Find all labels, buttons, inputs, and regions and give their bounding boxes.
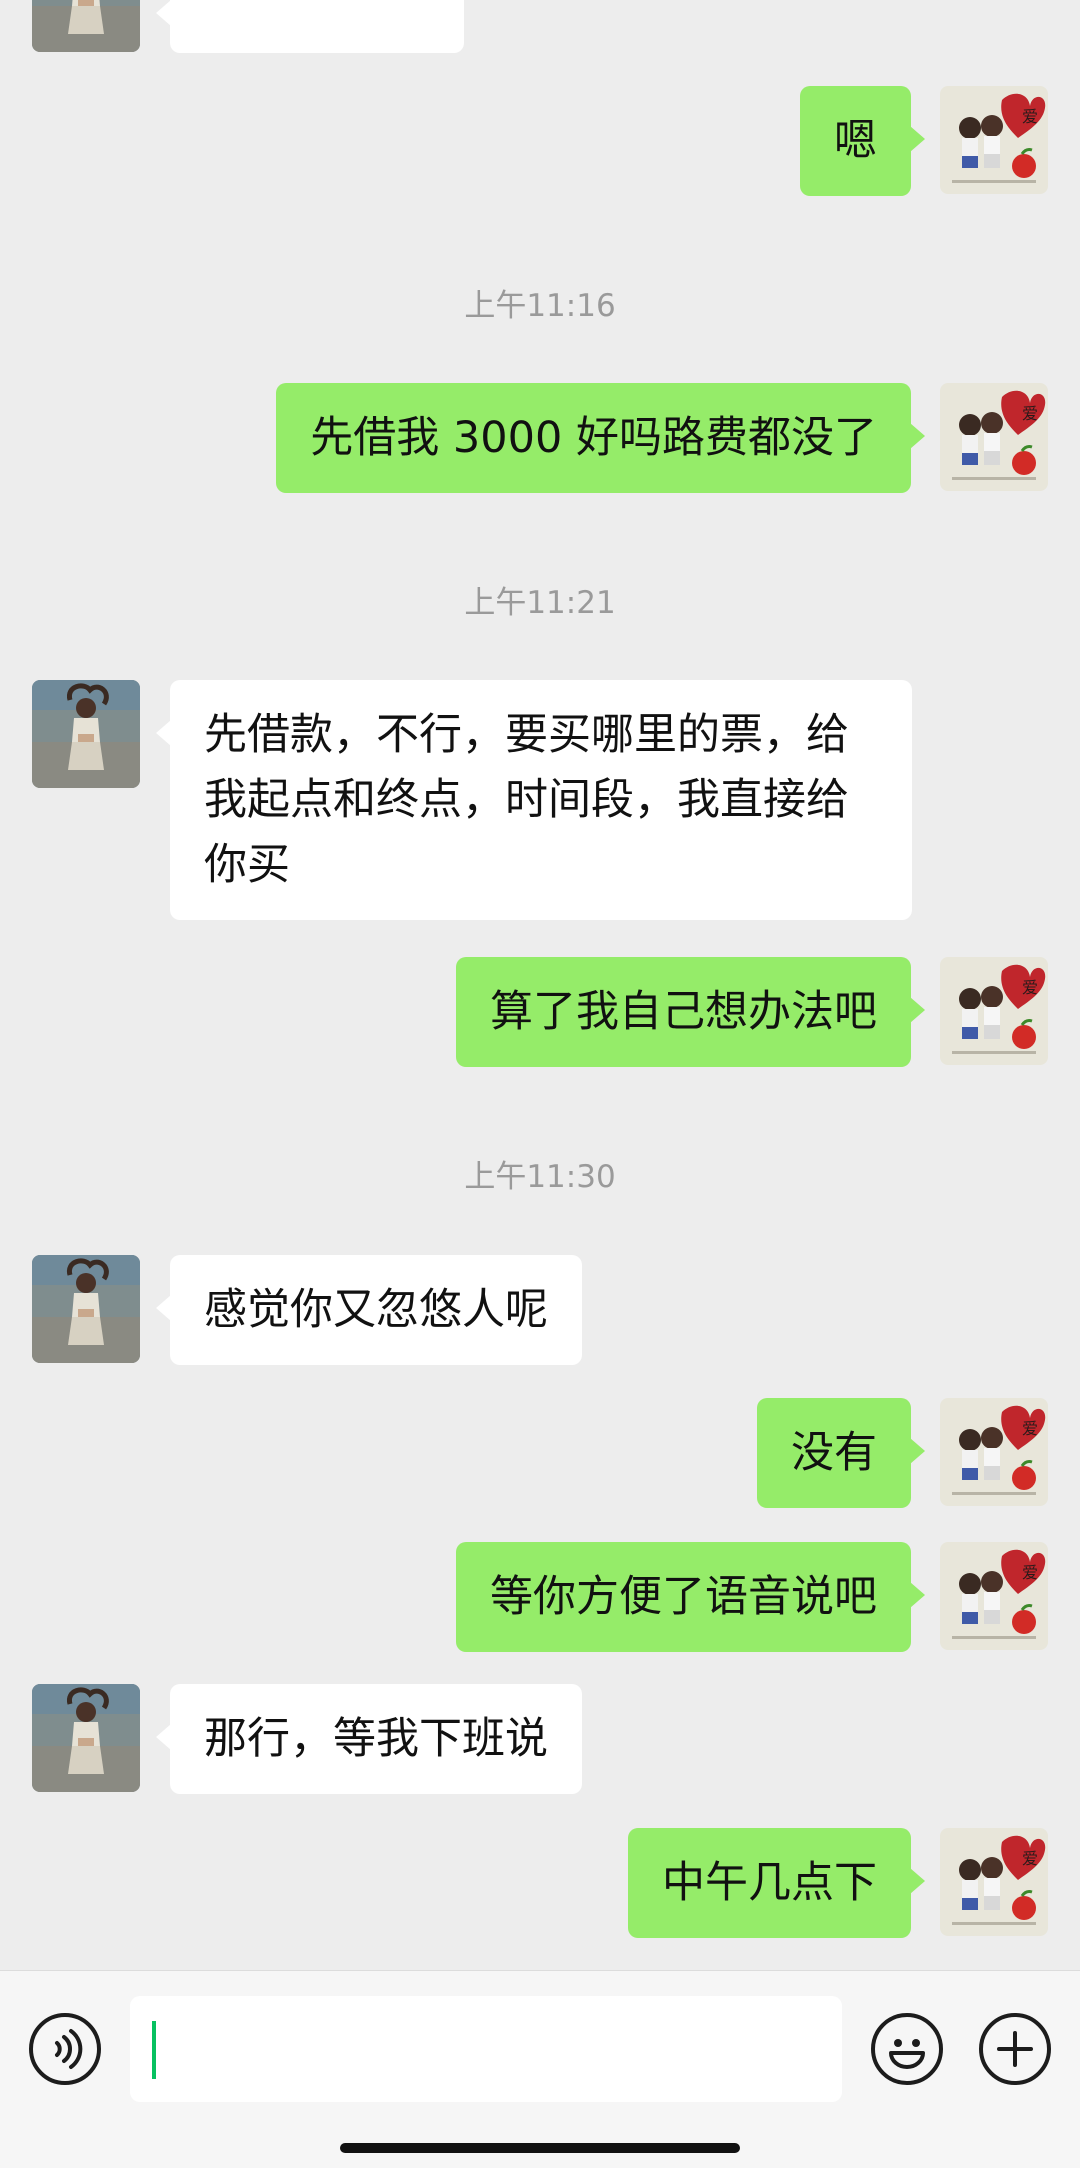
my-avatar[interactable] [940,1398,1048,1506]
message-bubble-partial[interactable] [156,0,464,53]
my-avatar[interactable] [940,1828,1048,1936]
timestamp: 上午11:30 [464,1159,616,1195]
message-bubble-sent[interactable]: 先借我 3000 好吗路费都没了 [276,383,925,493]
input-bar [0,1970,1080,2168]
more-button[interactable] [979,2013,1051,2085]
plus-icon [997,2031,1033,2067]
message-bubble-sent[interactable]: 等你方便了语音说吧 [456,1542,925,1652]
emoji-icon [889,2039,925,2069]
message-input[interactable] [130,1996,842,2102]
my-avatar[interactable] [940,957,1048,1065]
message-bubble-sent[interactable]: 中午几点下 [628,1828,925,1938]
contact-avatar[interactable] [32,1255,140,1363]
voice-button[interactable] [29,2013,101,2085]
message-bubble-sent[interactable]: 算了我自己想办法吧 [456,957,925,1067]
text-cursor [152,2021,156,2079]
chat-area[interactable]: 嗯 上午11:16 先借我 3000 好吗路费都没了 上午11:21 先借款，不… [0,0,1080,1970]
message-bubble-received[interactable]: 先借款，不行，要买哪里的票，给我起点和终点，时间段，我直接给你买 [156,680,912,920]
message-bubble-received[interactable]: 那行，等我下班说 [156,1684,582,1794]
message-bubble-sent[interactable]: 没有 [757,1398,925,1508]
message-bubble-received[interactable]: 感觉你又忽悠人呢 [156,1255,582,1365]
my-avatar[interactable] [940,86,1048,194]
my-avatar[interactable] [940,1542,1048,1650]
timestamp: 上午11:16 [464,288,616,324]
voice-icon [55,2029,83,2069]
emoji-button[interactable] [871,2013,943,2085]
message-bubble-sent[interactable]: 嗯 [800,86,925,196]
home-indicator[interactable] [340,2143,740,2153]
timestamp: 上午11:21 [464,585,616,621]
contact-avatar[interactable] [32,0,140,52]
my-avatar[interactable] [940,383,1048,491]
contact-avatar[interactable] [32,1684,140,1792]
contact-avatar[interactable] [32,680,140,788]
